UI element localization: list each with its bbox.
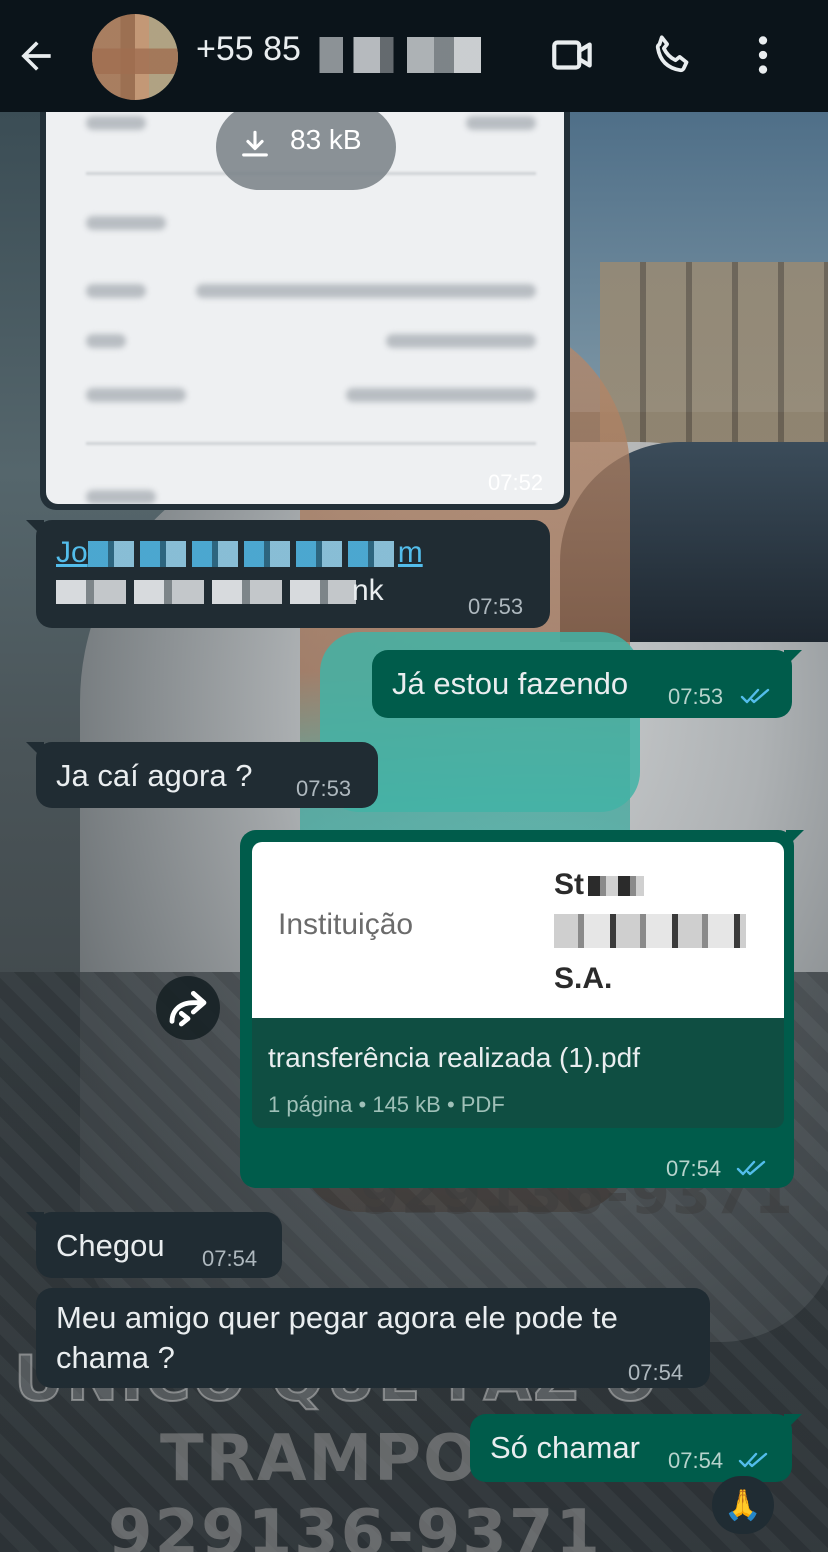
redacted-text — [554, 914, 746, 948]
message-time: 07:54 — [202, 1246, 258, 1271]
message-time: 07:54 — [666, 1156, 722, 1181]
pdf-filename: transferência realizada (1).pdf — [268, 1042, 640, 1073]
download-icon[interactable] — [238, 128, 272, 162]
pdf-preview[interactable]: Instituição St S.A. — [252, 842, 784, 1018]
message-text: Só chamar — [490, 1430, 640, 1465]
message-text-line1: Meu amigo quer pegar agora ele pode te — [56, 1300, 618, 1335]
outgoing-message[interactable]: Só chamar 07:54 — [470, 1414, 802, 1482]
message-time: 07:52 — [488, 470, 544, 495]
image-message[interactable]: 83 kB 07:52 — [40, 104, 570, 510]
phone-icon[interactable] — [648, 30, 698, 80]
download-size: 83 kB — [290, 124, 362, 155]
pdf-preview-label: Instituição — [278, 908, 414, 941]
outgoing-message[interactable]: Já estou fazendo 07:53 — [372, 650, 802, 718]
email-message[interactable]: Jo m nk 07:53 — [26, 520, 550, 628]
incoming-message[interactable]: Ja caí agora ? 07:53 — [26, 742, 378, 808]
pdf-meta: 1 página • 145 kB • PDF — [268, 1092, 505, 1117]
message-text: Já estou fazendo — [392, 666, 629, 701]
message-time: 07:53 — [296, 776, 352, 801]
wallpaper-text-line3: 929136-9371 — [108, 1497, 602, 1552]
pdf-preview-value: St — [554, 868, 644, 902]
read-receipt-icon — [736, 1160, 766, 1176]
email-link[interactable]: Jo m — [56, 536, 423, 570]
read-receipt-icon — [738, 1452, 768, 1468]
email-trailing-text: nk — [352, 574, 384, 607]
redacted-phone-digits — [313, 37, 481, 73]
incoming-message[interactable]: Chegou 07:54 — [26, 1212, 282, 1278]
message-text: Chegou — [56, 1228, 165, 1263]
message-text-line2: chama ? — [56, 1340, 175, 1375]
incoming-message[interactable]: Meu amigo quer pegar agora ele pode te c… — [36, 1288, 710, 1388]
reaction-badge[interactable]: 🙏 — [712, 1476, 774, 1534]
redacted-text — [56, 580, 356, 604]
pdf-file-info[interactable]: transferência realizada (1).pdf 1 página… — [252, 1018, 784, 1128]
message-time: 07:53 — [668, 684, 724, 709]
forward-button[interactable] — [156, 976, 220, 1040]
message-time: 07:54 — [628, 1360, 684, 1385]
read-receipt-icon — [740, 688, 770, 704]
avatar[interactable] — [92, 14, 178, 100]
wallpaper-text-line2: TRAMPO — [160, 1422, 480, 1496]
more-vertical-icon[interactable] — [738, 30, 788, 80]
message-text: Ja caí agora ? — [56, 758, 253, 793]
chat-header: +55 85 — [0, 0, 828, 112]
message-time: 07:54 — [668, 1448, 724, 1473]
forward-icon[interactable] — [156, 976, 220, 1040]
contact-name[interactable]: +55 85 — [196, 30, 301, 69]
arrow-left-icon[interactable] — [14, 34, 58, 78]
message-time: 07:53 — [468, 594, 524, 619]
pdf-document-message[interactable]: Instituição St S.A. transferência realiz… — [240, 830, 804, 1188]
video-camera-icon[interactable] — [548, 30, 598, 80]
pdf-preview-value-suffix: S.A. — [554, 962, 613, 995]
